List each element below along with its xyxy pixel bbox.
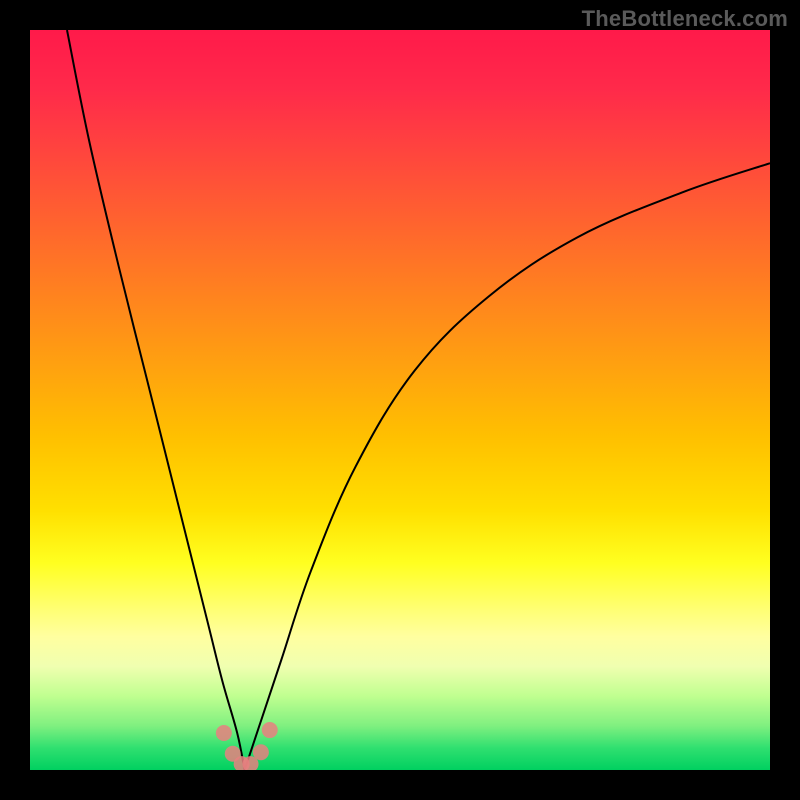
bottleneck-curve-right — [245, 163, 770, 770]
plot-area — [30, 30, 770, 770]
bottleneck-curve-left — [67, 30, 245, 770]
highlighted-points — [216, 722, 278, 770]
curve-layer — [30, 30, 770, 770]
marker-dot — [253, 744, 269, 760]
chart-frame: TheBottleneck.com — [0, 0, 800, 800]
marker-dot — [216, 725, 232, 741]
watermark-text: TheBottleneck.com — [582, 6, 788, 32]
marker-dot — [262, 722, 278, 738]
